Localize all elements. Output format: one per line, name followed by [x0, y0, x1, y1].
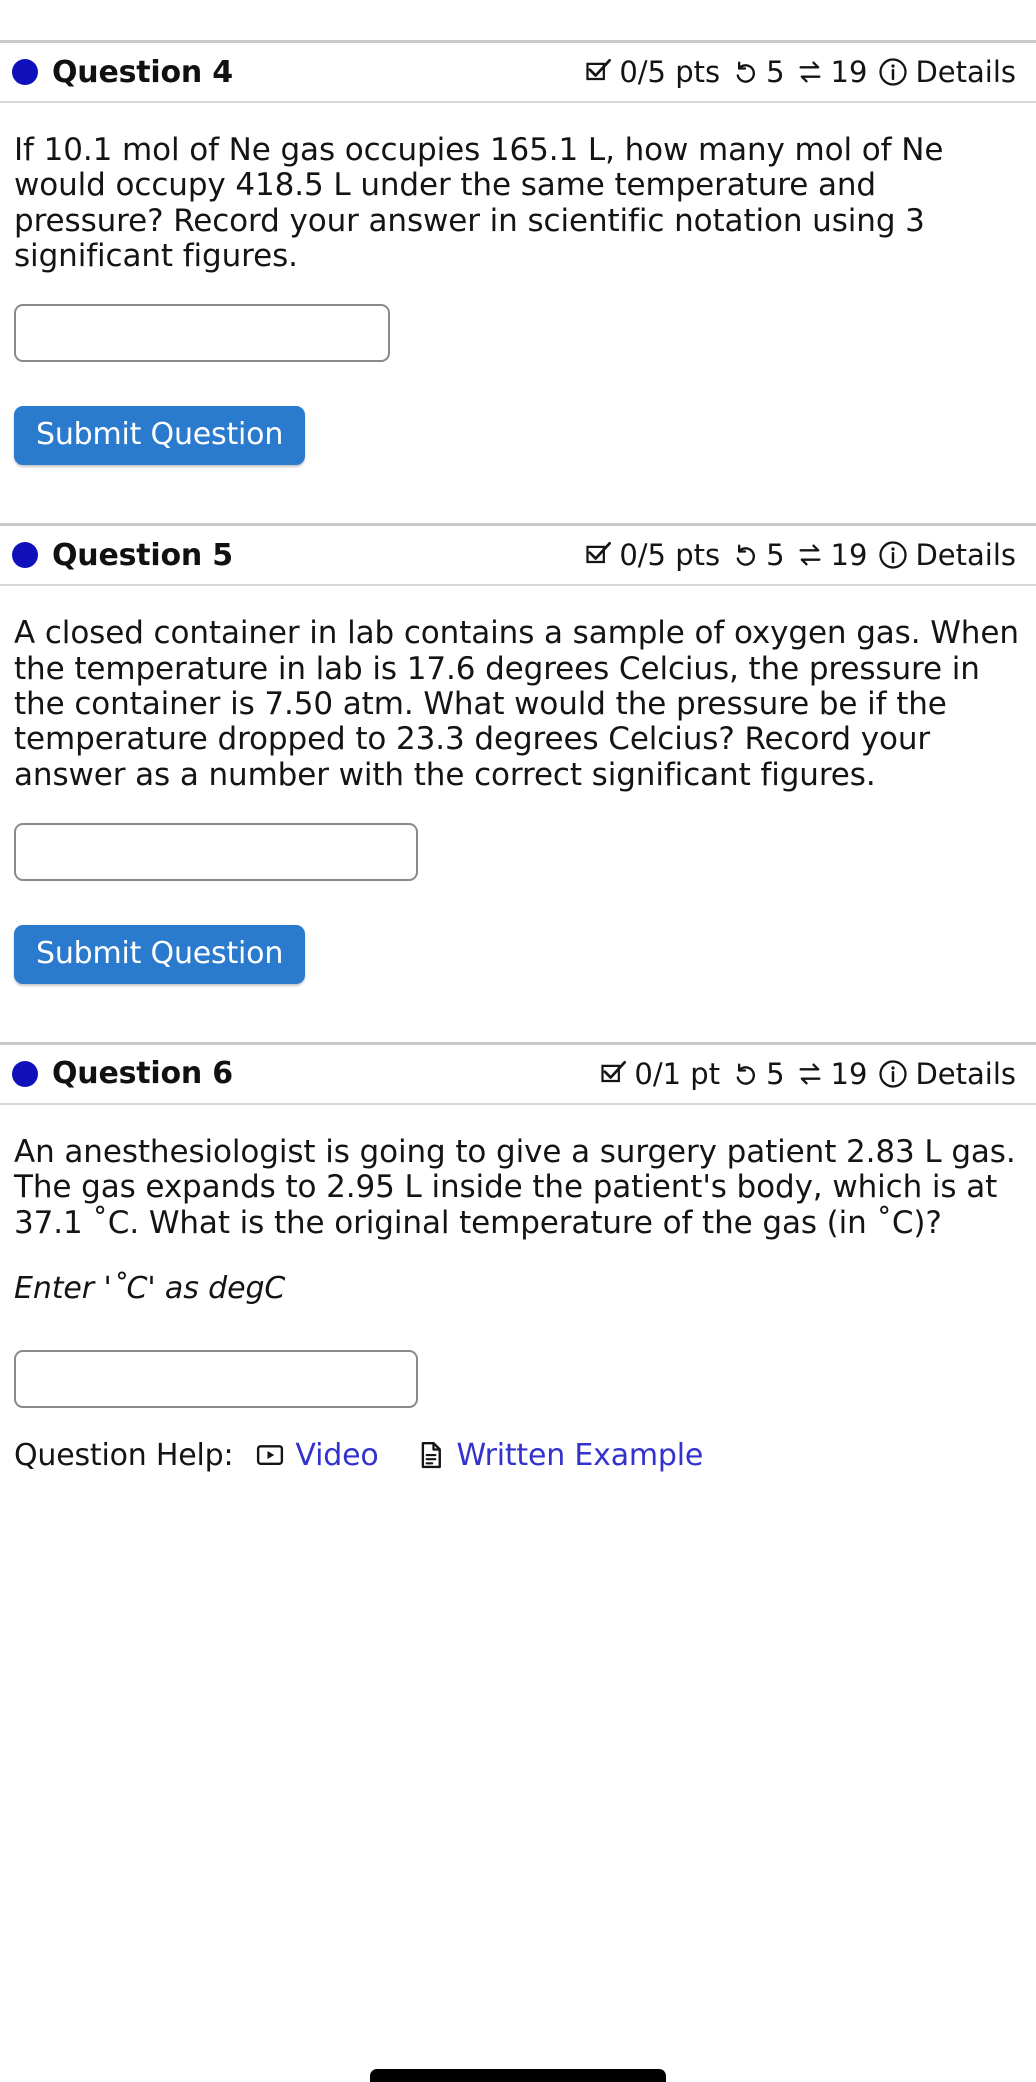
question-5-title: Question 5 [52, 537, 233, 573]
assignment-page: Question 4 0/5 pts 5 19 Details If 10.1 … [0, 0, 1036, 2082]
question-6-help-row: Question Help: Video Written Example [0, 1438, 1036, 1473]
question-5-prompt: A closed container in lab contains a sam… [14, 615, 1019, 793]
two-way-arrows-icon [796, 58, 824, 86]
question-5-submit-button[interactable]: Submit Question [14, 924, 306, 984]
question-4-retries: 19 [830, 55, 868, 89]
question-5-attempts: 5 [766, 538, 785, 573]
question-4-prompt: If 10.1 mol of Ne gas occupies 165.1 L, … [14, 132, 944, 274]
question-6-points-group: 0/1 pt [599, 1057, 720, 1091]
question-4-details-label: Details [915, 55, 1016, 89]
question-5-header: Question 5 0/5 pts 5 19 Details [0, 526, 1036, 584]
checkbox-checked-icon [584, 58, 612, 86]
question-6-title-group: Question 6 [12, 1056, 233, 1091]
question-4-title-group: Question 4 [12, 55, 233, 90]
question-4-title: Question 4 [52, 54, 233, 90]
question-help-label: Question Help: [14, 1437, 234, 1473]
question-4-header: Question 4 0/5 pts 5 19 Details [0, 43, 1036, 101]
info-circle-icon [878, 1059, 908, 1089]
question-5-retries: 19 [830, 538, 868, 573]
video-play-icon [255, 1440, 285, 1470]
question-4-submit-button[interactable]: Submit Question [14, 406, 306, 466]
question-5-attempts-group: 5 [731, 538, 785, 573]
question-4-points-group: 0/5 pts [584, 55, 720, 89]
undo-arrow-icon [731, 58, 759, 86]
question-4-details-link[interactable]: Details [878, 55, 1016, 89]
question-6-written-help-label: Written Example [456, 1437, 704, 1473]
question-5-details-label: Details [915, 538, 1016, 573]
question-6-note: Enter '˚C' as degC [14, 1270, 286, 1306]
question-6-details-label: Details [915, 1056, 1016, 1091]
question-6-body: An anesthesiologist is going to give a s… [0, 1105, 1036, 1438]
question-5-points: 0/5 pts [619, 538, 721, 573]
filled-circle-icon [12, 542, 38, 569]
document-lines-icon [416, 1440, 446, 1470]
home-indicator [370, 2069, 666, 2082]
question-6-retries-group: 19 [796, 1056, 868, 1091]
top-spacer [0, 0, 1036, 40]
question-5-points-group: 0/5 pts [584, 538, 720, 572]
question-4-meta: 0/5 pts 5 19 Details [584, 55, 1016, 89]
question-6-meta: 0/1 pt 5 19 Details [599, 1057, 1016, 1091]
filled-circle-icon [12, 1060, 38, 1087]
question-5-retries-group: 19 [796, 538, 868, 573]
question-6-video-help-label: Video [295, 1437, 379, 1473]
checkbox-checked-icon [599, 1060, 627, 1088]
question-5-details-link[interactable]: Details [878, 538, 1016, 572]
question-6-header: Question 6 0/1 pt 5 19 Details [0, 1045, 1036, 1103]
two-way-arrows-icon [796, 1060, 824, 1088]
question-6-points: 0/1 pt [634, 1056, 721, 1091]
question-6-video-help-link[interactable]: Video [255, 1437, 379, 1473]
question-6-answer-input[interactable] [14, 1349, 418, 1408]
question-4-answer-input[interactable] [14, 304, 390, 363]
info-circle-icon [878, 540, 908, 570]
question-6-details-link[interactable]: Details [878, 1057, 1016, 1091]
question-6-title: Question 6 [52, 1056, 233, 1092]
question-4-attempts: 5 [766, 55, 785, 89]
info-circle-icon [878, 57, 908, 87]
question-4-points: 0/5 pts [619, 55, 721, 89]
question-6-retries: 19 [830, 1056, 868, 1091]
question-5-body: A closed container in lab contains a sam… [0, 586, 1036, 1042]
question-5-title-group: Question 5 [12, 538, 233, 573]
undo-arrow-icon [731, 1060, 759, 1088]
question-5-answer-input[interactable] [14, 822, 418, 881]
question-4-attempts-group: 5 [731, 55, 785, 89]
filled-circle-icon [12, 59, 38, 85]
undo-arrow-icon [731, 541, 759, 569]
question-4-body: If 10.1 mol of Ne gas occupies 165.1 L, … [0, 103, 1036, 523]
question-6-written-help-link[interactable]: Written Example [416, 1438, 703, 1473]
question-4-retries-group: 19 [796, 55, 868, 89]
question-6-attempts: 5 [766, 1056, 785, 1091]
checkbox-checked-icon [584, 541, 612, 569]
two-way-arrows-icon [796, 541, 824, 569]
question-5-meta: 0/5 pts 5 19 Details [584, 538, 1016, 572]
question-6-prompt: An anesthesiologist is going to give a s… [14, 1133, 1016, 1241]
question-6-attempts-group: 5 [731, 1056, 785, 1091]
